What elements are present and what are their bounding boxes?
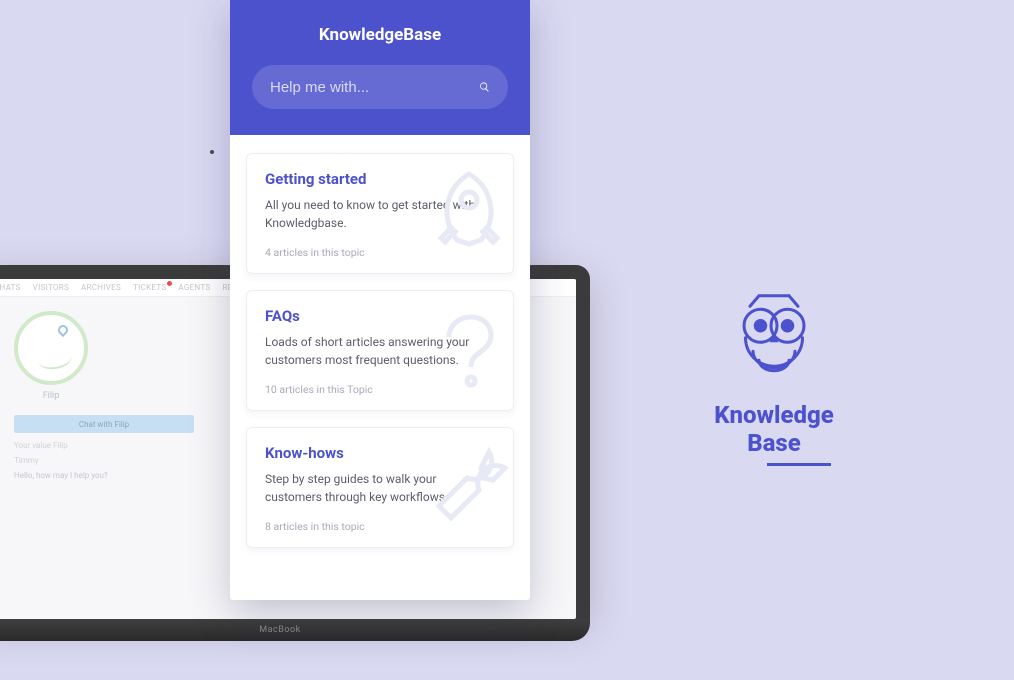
kb-title: KnowledgeBase (252, 25, 508, 45)
kb-card-know-hows[interactable]: Know-hows Step by step guides to walk yo… (246, 427, 514, 548)
nav-item: ARCHIVES (81, 283, 121, 292)
kb-header: KnowledgeBase (230, 0, 530, 135)
question-icon (419, 301, 514, 401)
wrench-icon (419, 438, 514, 538)
brand-name-line1: Knowledge (714, 402, 834, 430)
kb-card-getting-started[interactable]: Getting started All you need to know to … (246, 153, 514, 274)
kb-widget: KnowledgeBase Getting started All you ne… (230, 0, 530, 600)
search-field[interactable] (252, 65, 508, 109)
rocket-icon (419, 164, 514, 264)
kb-card-faqs[interactable]: FAQs Loads of short articles answering y… (246, 290, 514, 411)
search-input[interactable] (270, 79, 469, 96)
brand-name-line2: Base (747, 430, 801, 458)
bullet-dot (210, 150, 214, 154)
brand-name: Knowledge Base (714, 402, 834, 457)
map-pin-icon (56, 323, 70, 337)
visitor-avatar (14, 311, 88, 385)
nav-item: TICKETS (133, 283, 166, 292)
search-icon[interactable] (479, 77, 490, 97)
visitor-name: Filip (14, 391, 88, 401)
brand-underline (767, 463, 831, 466)
nav-item: AGENTS (178, 283, 210, 292)
brand-block: Knowledge Base (674, 290, 874, 466)
laptop-base: MacBook (0, 619, 590, 641)
nav-item: CHATS (0, 283, 21, 292)
kb-card-list: Getting started All you need to know to … (230, 135, 530, 572)
owl-icon (729, 290, 819, 390)
laptop-model-label: MacBook (259, 625, 300, 635)
nav-item: VISITORS (33, 283, 69, 292)
chat-ribbon: Chat with Filip (14, 415, 194, 433)
